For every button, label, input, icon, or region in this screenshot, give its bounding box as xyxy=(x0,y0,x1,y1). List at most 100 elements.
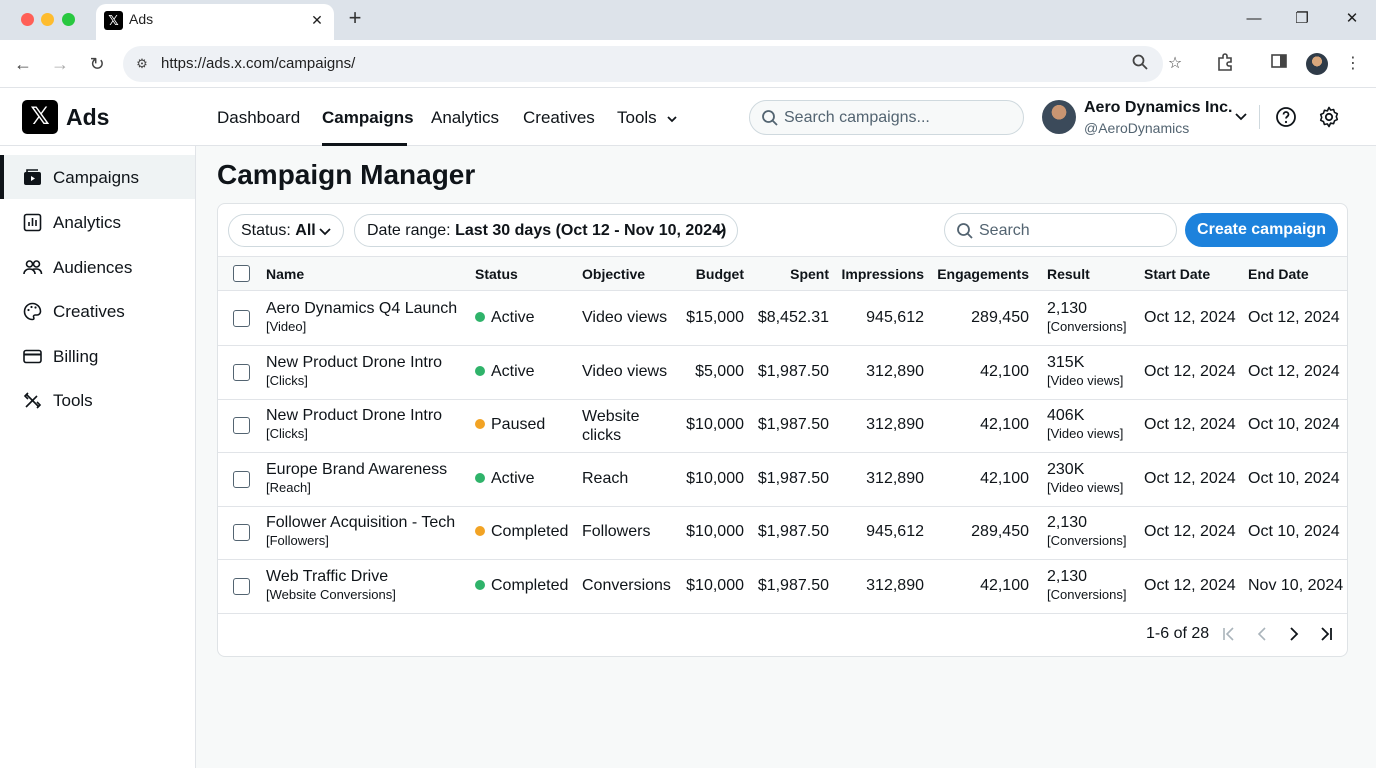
budget: $5,000 xyxy=(695,362,744,380)
row-checkbox[interactable] xyxy=(233,417,250,434)
window-maximize-button[interactable] xyxy=(62,13,75,26)
campaign-search-box[interactable] xyxy=(749,100,1024,135)
column-header-budget[interactable]: Budget xyxy=(696,266,744,282)
result: 2,130 [Conversions] xyxy=(1047,514,1126,548)
campaign-name[interactable]: Web Traffic Drive [Website Conversions] xyxy=(266,568,396,602)
sidebar-item-tools[interactable]: Tools xyxy=(0,378,195,422)
status-badge: Completed xyxy=(475,523,568,541)
campaign-type: [Reach] xyxy=(266,479,311,495)
minimize-icon[interactable]: — xyxy=(1240,6,1268,32)
column-header-name[interactable]: Name xyxy=(266,266,304,282)
column-header-impressions[interactable]: Impressions xyxy=(842,266,924,282)
status-filter-label: Status: xyxy=(241,222,291,239)
column-header-end-date[interactable]: End Date xyxy=(1248,266,1309,282)
help-icon[interactable] xyxy=(1274,105,1298,129)
result-value: 230K xyxy=(1047,460,1085,478)
date-range-label: Date range: xyxy=(367,222,451,239)
sidebar-item-audiences[interactable]: Audiences xyxy=(0,245,195,289)
back-icon[interactable]: ← xyxy=(11,52,35,76)
table-row[interactable]: New Product Drone Intro [Clicks] Active Vid… xyxy=(218,346,1347,400)
account-chevron-down-icon[interactable] xyxy=(1232,107,1250,125)
table-row[interactable]: New Product Drone Intro [Clicks] Paused Web… xyxy=(218,399,1347,453)
impressions: 312,890 xyxy=(866,416,924,433)
page-title: Campaign Manager xyxy=(217,159,476,190)
first-page-icon[interactable] xyxy=(1219,624,1239,644)
start-date: Oct 12, 2024 xyxy=(1144,309,1236,326)
reload-icon[interactable]: ↻ xyxy=(85,52,109,76)
forward-icon[interactable]: → xyxy=(48,52,72,76)
nav-tools[interactable]: Tools xyxy=(617,108,679,128)
row-checkbox[interactable] xyxy=(233,363,250,381)
budget: $10,000 xyxy=(686,469,744,487)
column-header-engagements[interactable]: Engagements xyxy=(937,266,1029,282)
objective: Conversions xyxy=(582,576,671,594)
account-avatar[interactable] xyxy=(1042,100,1076,134)
browser-tab[interactable]: 𝕏 Ads ✕ xyxy=(96,4,334,40)
column-header-objective[interactable]: Objective xyxy=(582,266,645,282)
impressions: 312,890 xyxy=(866,469,924,487)
result-value: 2,130 xyxy=(1047,567,1088,585)
side-panel-icon[interactable] xyxy=(1267,52,1291,76)
nav-dashboard[interactable]: Dashboard xyxy=(217,108,300,128)
account-name[interactable]: Aero Dynamics Inc. xyxy=(1084,99,1233,117)
campaign-search-input[interactable] xyxy=(784,107,1014,129)
column-header-status[interactable]: Status xyxy=(475,266,518,282)
zoom-icon[interactable] xyxy=(1129,53,1151,75)
status-filter-dropdown[interactable]: Status: All xyxy=(228,214,344,247)
table-search-box[interactable] xyxy=(944,213,1177,247)
row-checkbox[interactable] xyxy=(233,577,250,595)
browser-menu-icon[interactable]: ⋮ xyxy=(1341,52,1365,76)
column-header-result[interactable]: Result xyxy=(1047,266,1090,282)
row-checkbox[interactable] xyxy=(233,470,250,488)
spent: $8,452.31 xyxy=(757,309,829,326)
previous-page-icon[interactable] xyxy=(1252,624,1272,644)
table-row[interactable]: Europe Brand Awareness [Reach] Active Reach… xyxy=(218,453,1347,507)
table-search-input[interactable] xyxy=(979,220,1169,242)
select-all-checkbox[interactable] xyxy=(233,265,250,282)
new-tab-icon[interactable]: + xyxy=(343,6,367,30)
restore-icon[interactable]: ❐ xyxy=(1288,6,1316,32)
tab-close-icon[interactable]: ✕ xyxy=(306,9,328,31)
sidebar-item-campaigns[interactable]: Campaigns xyxy=(0,155,195,199)
status-dot-icon xyxy=(475,579,485,590)
x-logo[interactable]: 𝕏 xyxy=(22,100,58,134)
start-date: Oct 12, 2024 xyxy=(1144,416,1236,433)
row-checkbox[interactable] xyxy=(233,524,250,541)
address-bar[interactable]: ⚙ https://ads.x.com/campaigns/ ☆ xyxy=(123,46,1182,82)
campaign-name[interactable]: Aero Dynamics Q4 Launch [Video] xyxy=(266,300,457,334)
window-close-button[interactable] xyxy=(21,13,34,26)
table-row[interactable]: Aero Dynamics Q4 Launch [Video] Active Vide… xyxy=(218,292,1347,346)
window-minimize-button[interactable] xyxy=(41,13,54,26)
close-icon[interactable]: ✕ xyxy=(1338,6,1366,32)
engagements: 42,100 xyxy=(980,362,1029,380)
row-checkbox[interactable] xyxy=(233,310,250,327)
tab-title: Ads xyxy=(129,11,154,27)
nav-campaigns[interactable]: Campaigns xyxy=(322,108,414,128)
url-text: https://ads.x.com/campaigns/ xyxy=(161,55,356,72)
sidebar-item-creatives[interactable]: Creatives xyxy=(0,289,195,333)
column-header-start-date[interactable]: Start Date xyxy=(1144,266,1210,282)
status-dot-icon xyxy=(475,312,485,322)
settings-gear-icon[interactable] xyxy=(1317,105,1341,129)
impressions: 312,890 xyxy=(866,576,924,594)
last-page-icon[interactable] xyxy=(1316,624,1336,644)
sidebar-item-analytics[interactable]: Analytics xyxy=(0,200,195,244)
campaign-name[interactable]: New Product Drone Intro [Clicks] xyxy=(266,407,442,441)
browser-profile-avatar[interactable] xyxy=(1306,53,1328,75)
nav-analytics[interactable]: Analytics xyxy=(431,108,499,128)
campaign-name[interactable]: Europe Brand Awareness [Reach] xyxy=(266,461,447,495)
table-row[interactable]: Web Traffic Drive [Website Conversions] Co… xyxy=(218,560,1347,614)
bookmark-star-icon[interactable]: ☆ xyxy=(1164,53,1186,75)
site-info-icon[interactable]: ⚙ xyxy=(131,53,153,75)
column-header-spent[interactable]: Spent xyxy=(790,266,829,282)
campaign-name[interactable]: Follower Acquisition - Tech [Followers] xyxy=(266,514,455,548)
date-range-dropdown[interactable]: Date range: Last 30 days (Oct 12 - Nov 1… xyxy=(354,214,738,247)
campaign-name[interactable]: New Product Drone Intro [Clicks] xyxy=(266,354,442,388)
sidebar-item-billing[interactable]: Billing xyxy=(0,334,195,378)
nav-creatives[interactable]: Creatives xyxy=(523,108,595,128)
result: 406K [Video views] xyxy=(1047,407,1123,441)
extensions-icon[interactable] xyxy=(1213,52,1237,76)
next-page-icon[interactable] xyxy=(1284,624,1304,644)
table-row[interactable]: Follower Acquisition - Tech [Followers] Co… xyxy=(218,506,1347,560)
create-campaign-button[interactable]: Create campaign xyxy=(1185,213,1338,247)
